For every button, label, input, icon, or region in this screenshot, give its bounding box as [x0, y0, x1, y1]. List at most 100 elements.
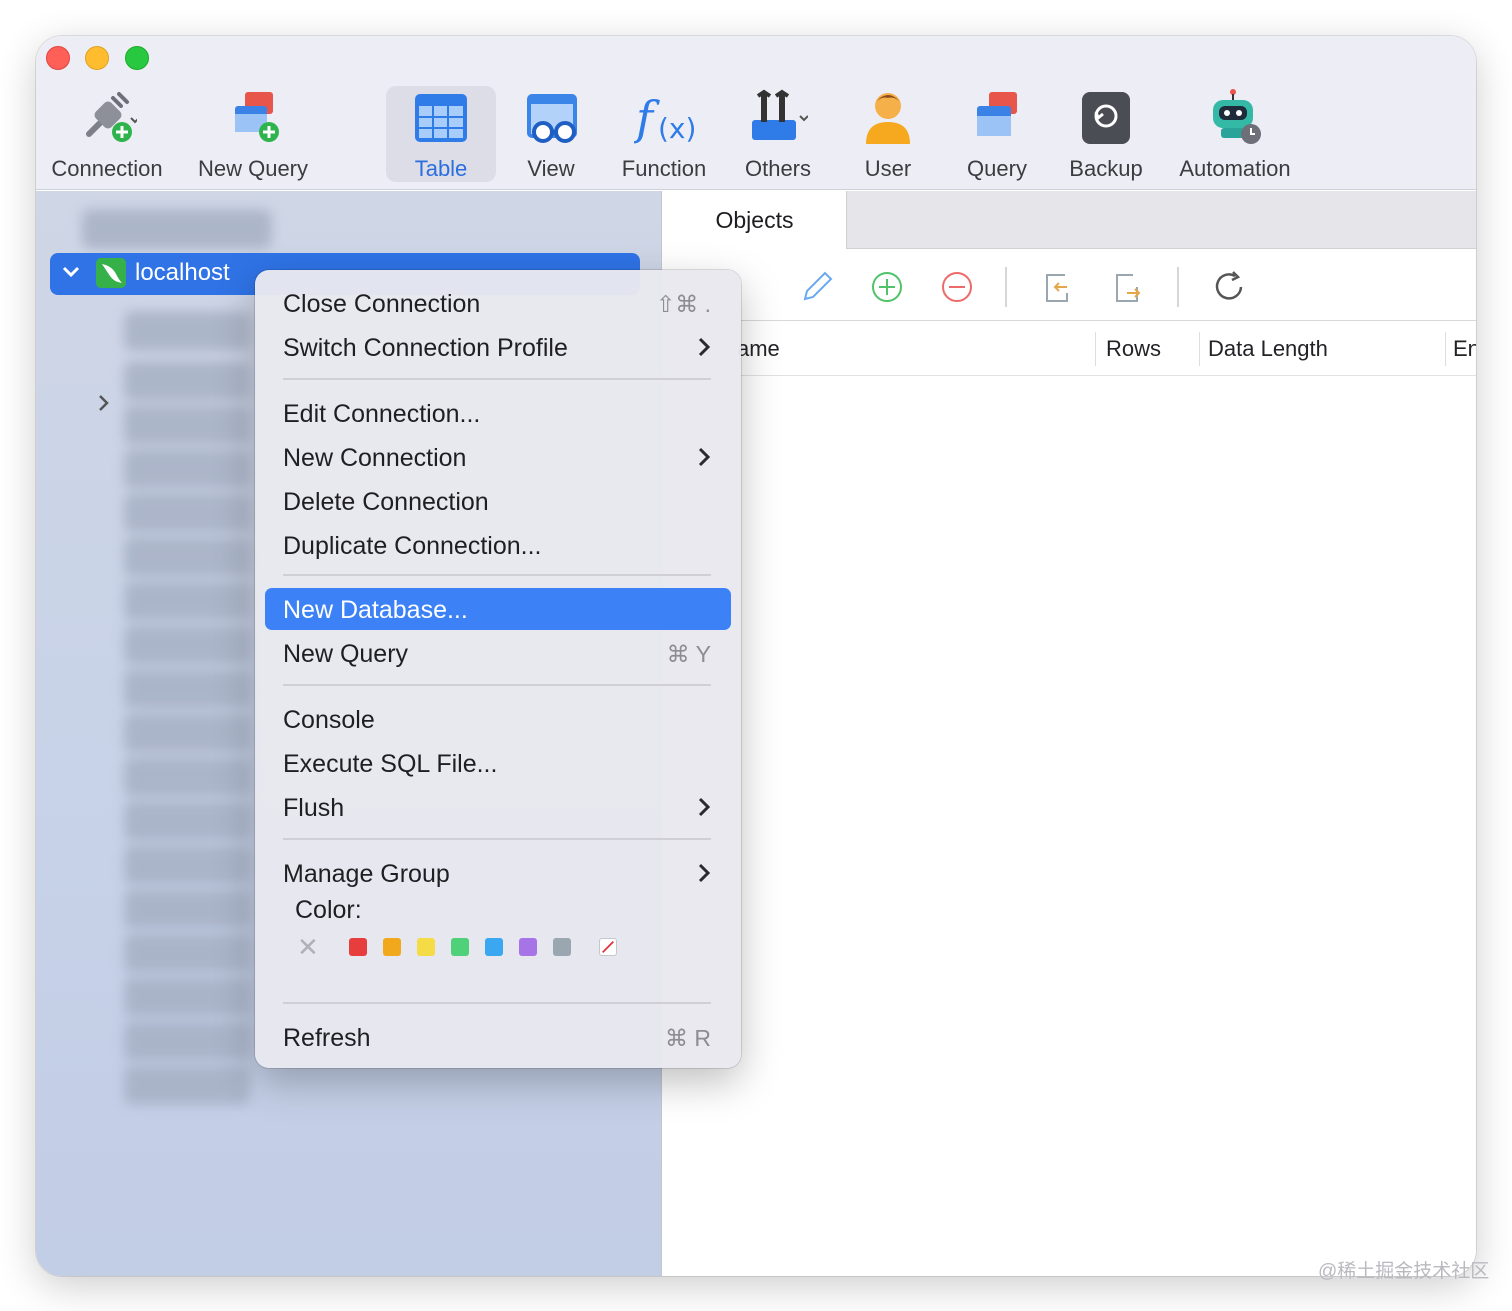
toolbar-label: Automation	[1179, 156, 1291, 181]
menu-item-duplicate-connection[interactable]: Duplicate Connection...	[265, 524, 731, 566]
column-rows[interactable]: Rows	[1106, 336, 1161, 362]
remove-circle-icon[interactable]	[939, 269, 975, 305]
menu-item-refresh[interactable]: Refresh ⌘ R	[265, 1016, 731, 1058]
connection-plug-icon	[86, 92, 137, 142]
color-swatch-gray[interactable]	[553, 938, 571, 956]
edit-pencil-icon[interactable]	[799, 269, 835, 305]
menu-item-new-database[interactable]: New Database...	[265, 588, 731, 630]
menu-separator	[283, 684, 711, 686]
column-engine[interactable]: En	[1453, 336, 1476, 362]
blurred-row	[124, 713, 250, 753]
table-icon	[415, 94, 467, 142]
blurred-row	[124, 625, 250, 665]
menu-item-label: Duplicate Connection...	[283, 532, 542, 560]
menu-item-new-query[interactable]: New Query ⌘ Y	[265, 632, 731, 674]
menu-item-close-connection[interactable]: Close Connection ⇧⌘ .	[265, 282, 731, 324]
menu-separator	[283, 378, 711, 380]
object-list-area	[663, 377, 1476, 1276]
chevron-right-icon	[698, 337, 711, 357]
menu-item-label: Edit Connection...	[283, 400, 481, 428]
blurred-row	[124, 977, 250, 1017]
menu-item-label: New Connection	[283, 444, 467, 472]
add-circle-icon[interactable]	[869, 269, 905, 305]
blurred-row	[124, 361, 250, 401]
toolbar-function-button[interactable]: f (x) Function	[612, 86, 716, 182]
color-label: Color:	[295, 896, 362, 924]
toolbar-view-button[interactable]: View	[506, 86, 596, 182]
menu-item-flush[interactable]: Flush	[265, 786, 731, 828]
chevron-right-icon	[698, 797, 711, 817]
shortcut-label: ⌘ Y	[666, 641, 711, 667]
blurred-row	[124, 1021, 250, 1061]
menu-item-label: New Query	[283, 640, 409, 668]
app-window: Connection New Query Table View f (x) Fu…	[36, 36, 1476, 1276]
toolbar-label: Others	[744, 156, 812, 181]
svg-text:(x): (x)	[658, 112, 694, 145]
chevron-down-icon	[62, 266, 80, 278]
menu-item-edit-connection[interactable]: Edit Connection...	[265, 392, 731, 434]
export-icon[interactable]	[1109, 269, 1145, 305]
menu-item-new-connection[interactable]: New Connection	[265, 436, 731, 478]
menu-item-manage-group[interactable]: Manage Group	[265, 852, 731, 894]
toolbar-label: Function	[621, 156, 707, 181]
toolbar-label: Table	[414, 156, 468, 181]
connection-context-menu: Close Connection ⇧⌘ . Switch Connection …	[255, 270, 741, 1068]
blurred-search	[82, 209, 272, 249]
toolbar-connection-button[interactable]: Connection	[42, 86, 172, 182]
no-color-icon[interactable]: ✕	[297, 932, 319, 963]
color-swatch-purple[interactable]	[519, 938, 537, 956]
import-icon[interactable]	[1039, 269, 1075, 305]
user-icon	[866, 93, 910, 144]
menu-separator	[283, 838, 711, 840]
blurred-row	[124, 537, 250, 577]
shortcut-label: ⌘ R	[665, 1025, 711, 1051]
column-name[interactable]: ame	[737, 336, 780, 362]
close-window-button[interactable]	[46, 46, 70, 70]
custom-color-icon[interactable]	[599, 938, 617, 956]
menu-item-console[interactable]: Console	[265, 698, 731, 740]
menu-item-switch-profile[interactable]: Switch Connection Profile	[265, 326, 731, 368]
refresh-icon[interactable]	[1211, 269, 1247, 305]
toolbar-table-button[interactable]: Table	[386, 86, 496, 182]
table-column-header: ame Rows Data Length En	[663, 322, 1476, 376]
menu-item-label: Close Connection	[283, 290, 481, 318]
color-swatch-green[interactable]	[451, 938, 469, 956]
tab-objects[interactable]: Objects	[663, 191, 847, 249]
color-swatch-red[interactable]	[349, 938, 367, 956]
toolbar-backup-button[interactable]: Backup	[1056, 86, 1156, 182]
column-separator	[1199, 332, 1200, 366]
menu-item-label: Refresh	[283, 1024, 371, 1052]
blurred-row	[124, 757, 250, 797]
toolbar-label: Connection	[51, 156, 163, 181]
object-toolbar	[663, 249, 1476, 321]
menu-item-delete-connection[interactable]: Delete Connection	[265, 480, 731, 522]
toolbar-user-button[interactable]: User	[844, 86, 932, 182]
toolbar-others-button[interactable]: Others	[728, 86, 828, 182]
toolbar-query-button[interactable]: Query	[952, 86, 1042, 182]
minimize-window-button[interactable]	[85, 46, 109, 70]
blurred-row	[124, 405, 250, 445]
menu-item-execute-sql-file[interactable]: Execute SQL File...	[265, 742, 731, 784]
color-swatch-orange[interactable]	[383, 938, 401, 956]
others-tools-icon	[752, 89, 808, 140]
query-icon	[977, 92, 1017, 136]
toolbar-label: Backup	[1069, 156, 1143, 181]
blurred-row	[124, 933, 250, 973]
mysql-dolphin-icon	[96, 258, 126, 288]
blurred-row	[124, 449, 250, 489]
toolbar-automation-button[interactable]: Automation	[1170, 86, 1300, 182]
color-swatch-blue[interactable]	[485, 938, 503, 956]
column-data-length[interactable]: Data Length	[1208, 336, 1328, 362]
maximize-window-button[interactable]	[125, 46, 149, 70]
color-swatch-yellow[interactable]	[417, 938, 435, 956]
toolbar-new-query-button[interactable]: New Query	[188, 86, 318, 182]
blurred-row	[124, 669, 250, 709]
blurred-row	[124, 889, 250, 929]
menu-item-label: Switch Connection Profile	[283, 334, 568, 362]
toolbar-label: New Query	[197, 156, 309, 181]
menu-separator	[283, 1002, 711, 1004]
column-separator	[1095, 332, 1096, 366]
chevron-right-icon[interactable]	[94, 393, 114, 413]
blurred-row	[124, 1065, 250, 1105]
automation-robot-icon	[1213, 89, 1261, 144]
